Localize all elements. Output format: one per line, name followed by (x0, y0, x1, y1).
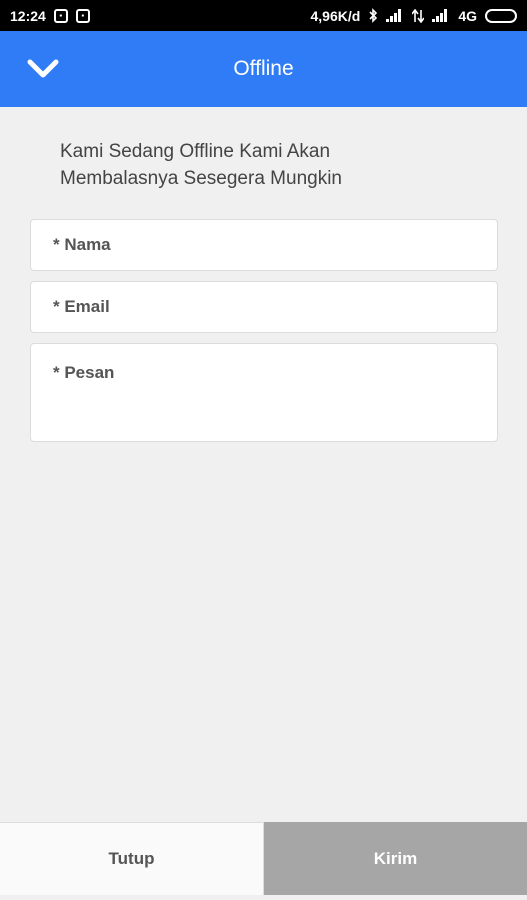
message-field[interactable] (30, 343, 498, 442)
status-left: 12:24 ▪ ▪ (10, 8, 90, 24)
signal-icon (432, 9, 450, 22)
name-field[interactable] (30, 219, 498, 271)
close-button[interactable]: Tutup (0, 822, 264, 895)
network-type: 4G (458, 7, 477, 24)
notification-icon: ▪ (75, 8, 90, 23)
data-transfer-icon (412, 8, 425, 23)
offline-message: Kami Sedang Offline Kami Akan Membalasny… (60, 138, 480, 192)
page-title: Offline (233, 57, 294, 80)
battery-icon (485, 8, 517, 23)
action-bar: Tutup Kirim (0, 822, 527, 895)
email-field[interactable] (30, 281, 498, 333)
signal-icon (386, 9, 404, 22)
header-bar: Offline (0, 31, 527, 107)
offline-message-line: Kami Sedang Offline Kami Akan (60, 141, 331, 162)
bottom-strip (0, 895, 527, 900)
notification-icon: ▪ (53, 8, 68, 23)
status-right: 4,96K/d 4G (310, 7, 517, 24)
bluetooth-icon (368, 8, 378, 23)
chevron-down-icon (27, 59, 59, 78)
send-button[interactable]: Kirim (264, 822, 527, 895)
offline-message-line: Membalasnya Sesegera Mungkin (60, 168, 342, 189)
network-speed: 4,96K/d (310, 7, 361, 24)
status-bar: 12:24 ▪ ▪ 4,96K/d 4G (0, 0, 527, 31)
status-time: 12:24 (10, 7, 46, 24)
collapse-button[interactable] (24, 55, 62, 83)
